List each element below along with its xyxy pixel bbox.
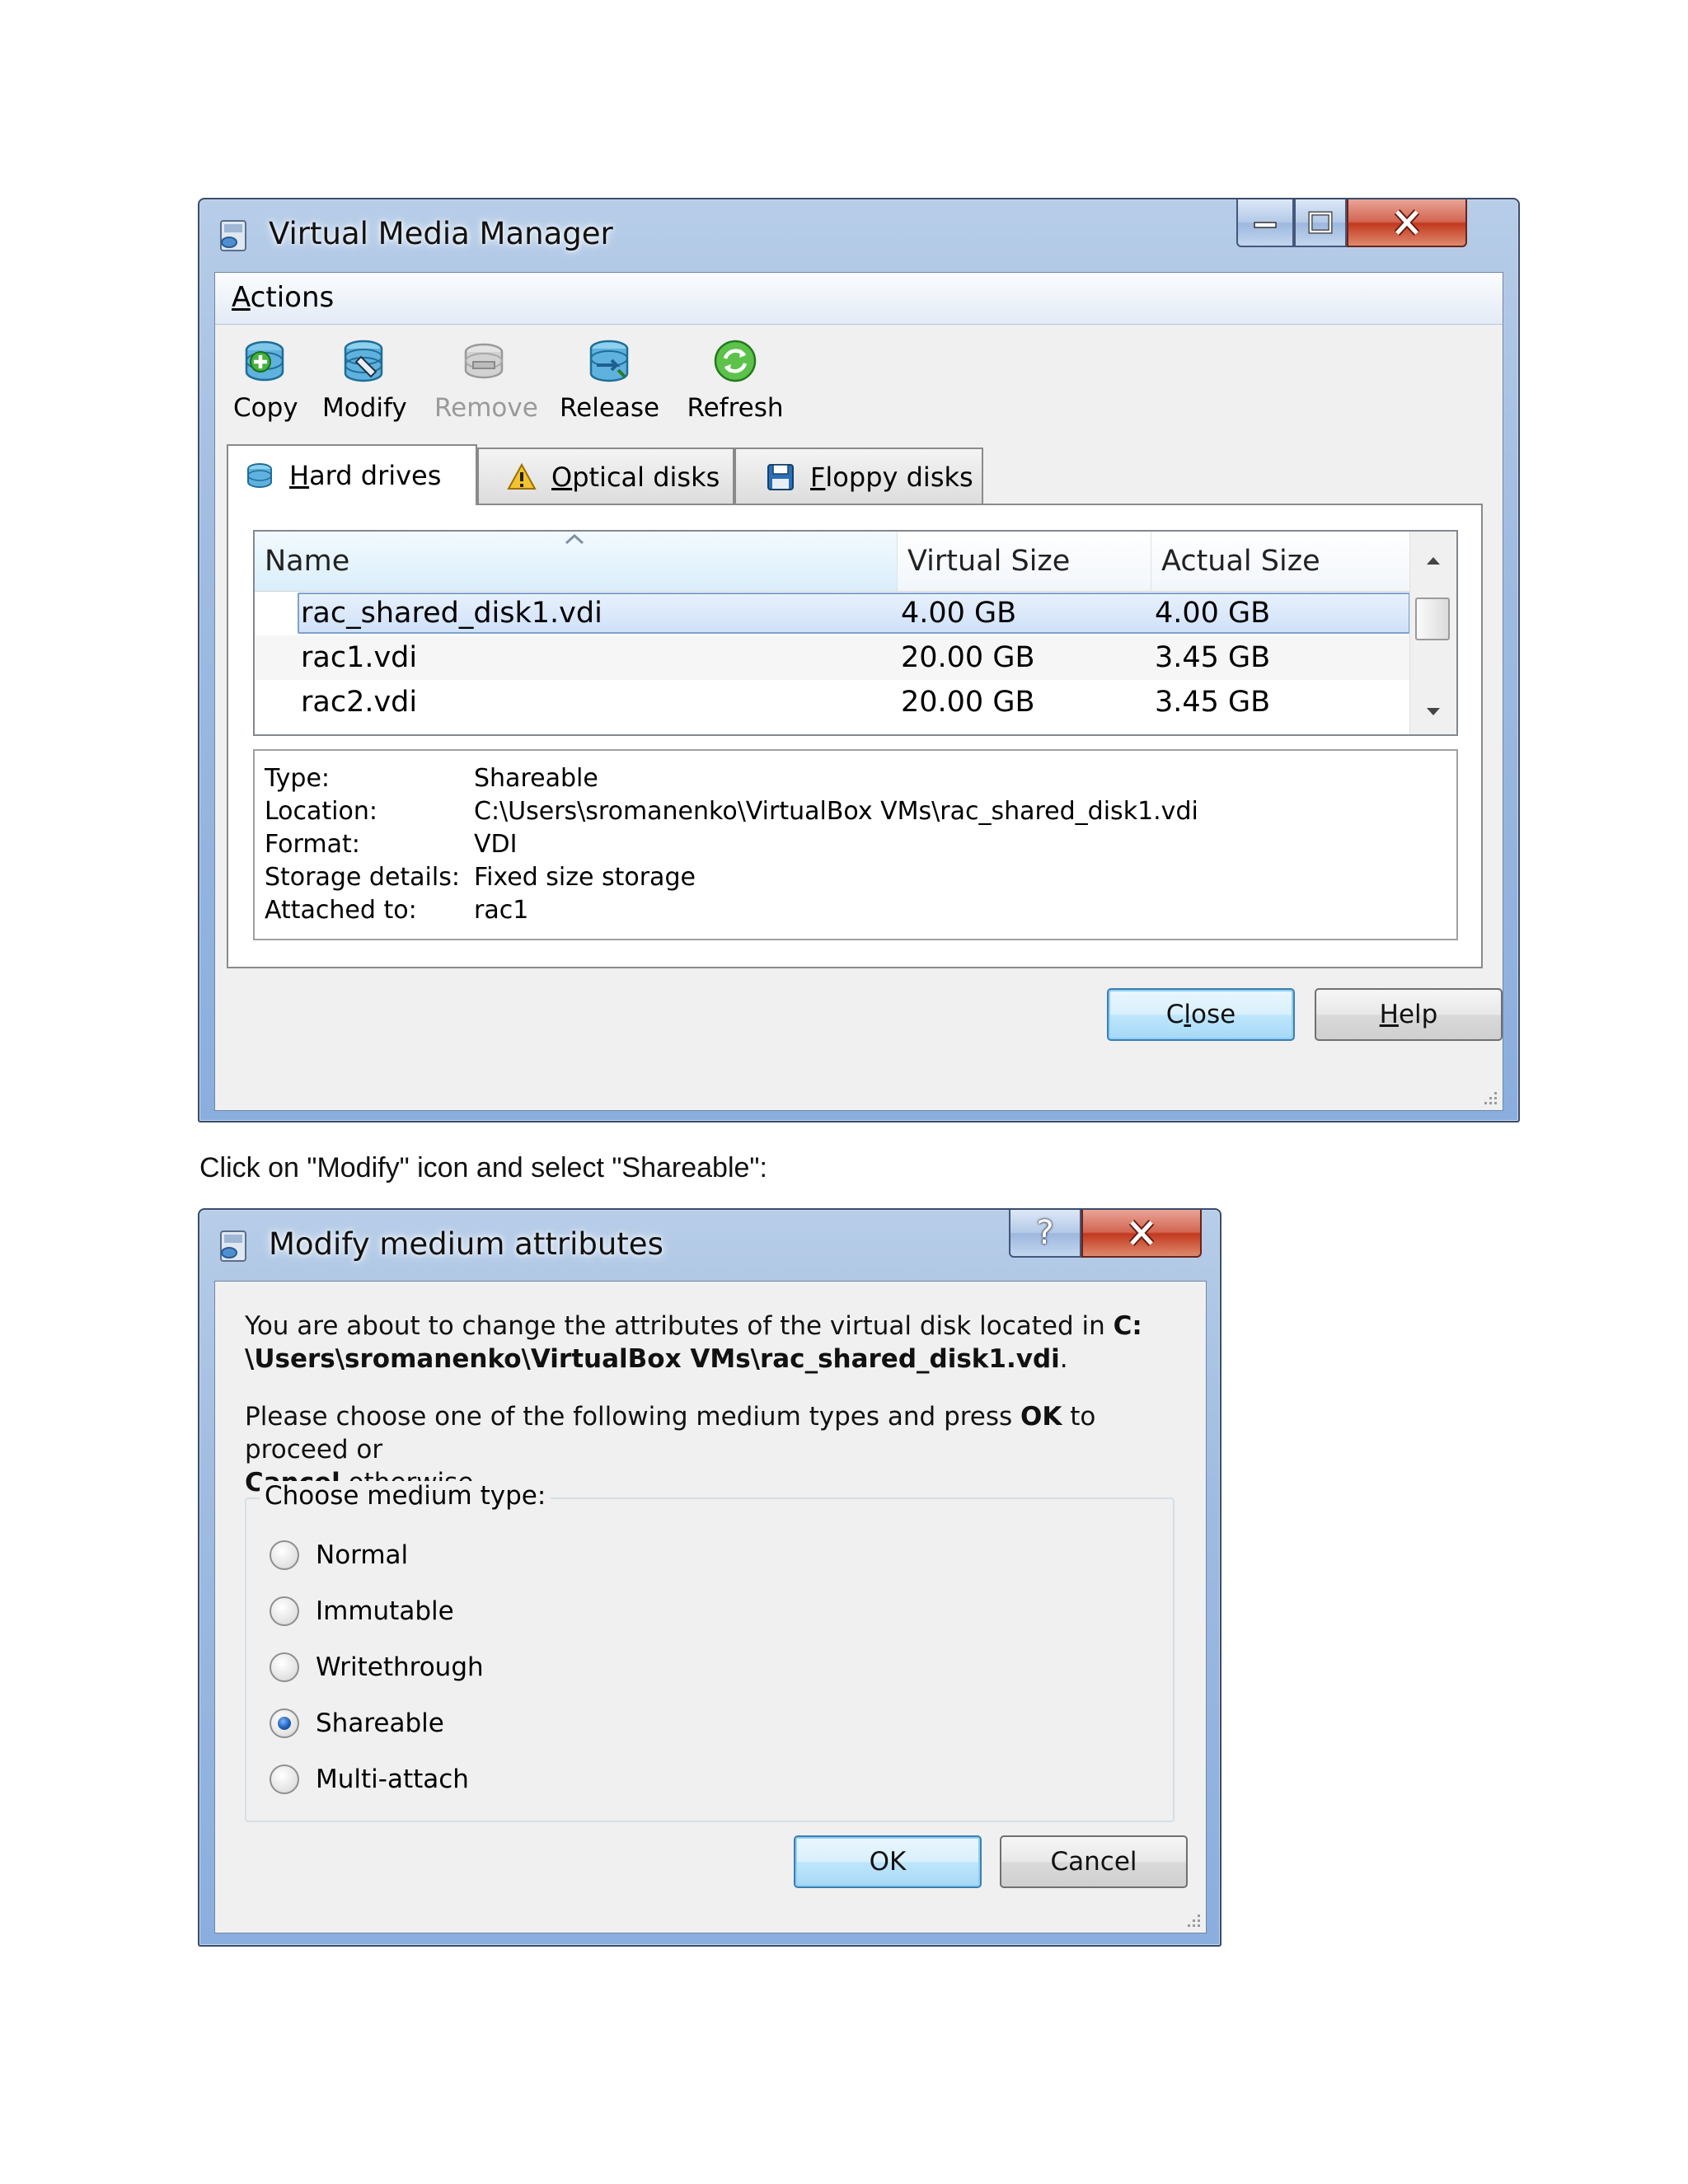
remove-disk-icon bbox=[464, 343, 504, 379]
title-bar[interactable]: Modify medium attributes ? bbox=[199, 1210, 1220, 1276]
maximize-button[interactable] bbox=[1294, 199, 1347, 247]
close-icon bbox=[1394, 209, 1420, 237]
copy-disk-icon bbox=[245, 340, 284, 382]
row-virtual-size: 4.00 GB bbox=[901, 597, 1017, 630]
radio-shareable[interactable]: Shareable bbox=[270, 1708, 444, 1738]
tab-pane-hard-drives: Name Virtual Size Actual Size rac_shared… bbox=[227, 504, 1483, 968]
cancel-button[interactable]: Cancel bbox=[1000, 1835, 1188, 1888]
scroll-up-icon[interactable] bbox=[1410, 545, 1456, 578]
remove-label: Remove bbox=[434, 393, 538, 423]
refresh-icon bbox=[714, 340, 757, 382]
virtualbox-media-icon bbox=[220, 1230, 246, 1262]
radio-normal[interactable]: Normal bbox=[270, 1540, 408, 1570]
tab-hard-drives[interactable]: Hard drives bbox=[227, 444, 477, 505]
row-actual-size: 4.00 GB bbox=[1155, 597, 1271, 630]
help-caption-button[interactable]: ? bbox=[1009, 1210, 1081, 1258]
resize-grip-icon[interactable] bbox=[1479, 1087, 1499, 1107]
radio-immutable[interactable]: Immutable bbox=[270, 1596, 454, 1626]
hard-drive-icon bbox=[247, 463, 272, 488]
close-window-button[interactable] bbox=[1347, 199, 1467, 247]
radio-writethrough-circle[interactable] bbox=[270, 1652, 299, 1682]
row-actual-size: 3.45 GB bbox=[1155, 686, 1271, 719]
copy-label: Copy bbox=[233, 393, 298, 423]
detail-attached-to: Attached to: rac1 bbox=[265, 896, 529, 925]
row-name: rac1.vdi bbox=[301, 641, 418, 674]
help-button[interactable]: Help bbox=[1315, 988, 1503, 1041]
row-name: rac_shared_disk1.vdi bbox=[301, 597, 603, 630]
tab-floppy-disks[interactable]: Floppy disks bbox=[734, 448, 983, 505]
refresh-label: Refresh bbox=[687, 393, 784, 423]
radio-multi-attach[interactable]: Multi-attach bbox=[270, 1765, 469, 1794]
row-name: rac2.vdi bbox=[301, 686, 418, 719]
table-row[interactable]: rac_shared_disk1.vdi 4.00 GB 4.00 GB bbox=[255, 591, 1410, 635]
tab-hard-drives-label: Hard drives bbox=[289, 460, 442, 491]
client-area: Actions Copy Modify Remove Release Refre… bbox=[214, 272, 1503, 1111]
row-virtual-size: 20.00 GB bbox=[901, 686, 1035, 719]
modify-medium-dialog: Modify medium attributes ? You are about… bbox=[198, 1208, 1221, 1947]
virtualbox-media-icon bbox=[220, 220, 246, 251]
table-row[interactable]: rac2.vdi 20.00 GB 3.45 GB bbox=[255, 680, 1410, 724]
resize-grip-icon[interactable] bbox=[1183, 1910, 1203, 1929]
modify-disk-icon bbox=[344, 340, 383, 382]
release-disk-icon bbox=[589, 340, 629, 382]
release-label: Release bbox=[560, 393, 660, 423]
media-table: Name Virtual Size Actual Size rac_shared… bbox=[253, 530, 1458, 736]
detail-storage: Storage details: Fixed size storage bbox=[265, 863, 696, 892]
sort-ascending-icon bbox=[565, 533, 584, 545]
close-button[interactable]: Close bbox=[1107, 988, 1295, 1041]
dialog-message-location: You are about to change the attributes o… bbox=[245, 1311, 1142, 1374]
detail-type: Type: Shareable bbox=[265, 764, 598, 793]
minimize-icon bbox=[1254, 222, 1277, 228]
detail-format: Format: VDI bbox=[265, 830, 518, 859]
detail-location: Location: C:\Users\sromanenko\VirtualBox … bbox=[265, 797, 1198, 826]
tab-optical-disks[interactable]: Optical disks bbox=[477, 448, 734, 505]
instruction-caption: Click on "Modify" icon and select "Share… bbox=[199, 1152, 767, 1183]
scrollbar-thumb[interactable] bbox=[1415, 598, 1450, 640]
column-header-name[interactable]: Name bbox=[255, 532, 898, 591]
tab-optical-disks-label: Optical disks bbox=[551, 462, 720, 493]
menu-actions[interactable]: Actions bbox=[232, 281, 334, 314]
table-row[interactable]: rac1.vdi 20.00 GB 3.45 GB bbox=[255, 635, 1410, 680]
details-panel: Type: Shareable Location: C:\Users\sromane… bbox=[253, 749, 1458, 940]
question-icon: ? bbox=[1036, 1214, 1054, 1252]
ok-button[interactable]: OK bbox=[794, 1835, 982, 1888]
group-label: Choose medium type: bbox=[260, 1481, 551, 1511]
floppy-disk-icon bbox=[767, 464, 794, 490]
remove-button[interactable]: Remove bbox=[434, 337, 538, 423]
maximize-icon bbox=[1308, 211, 1333, 234]
radio-writethrough[interactable]: Writethrough bbox=[270, 1652, 484, 1682]
table-header: Name Virtual Size Actual Size bbox=[255, 532, 1415, 592]
refresh-button[interactable]: Refresh bbox=[683, 337, 787, 423]
modify-label: Modify bbox=[322, 393, 407, 423]
release-button[interactable]: Release bbox=[560, 337, 659, 423]
dialog-client-area: You are about to change the attributes o… bbox=[214, 1281, 1207, 1933]
radio-normal-circle[interactable] bbox=[270, 1540, 299, 1570]
tab-floppy-disks-label: Floppy disks bbox=[810, 462, 973, 493]
virtual-media-manager-window: Virtual Media Manager Actions Copy Modif… bbox=[198, 198, 1520, 1122]
radio-shareable-circle[interactable] bbox=[270, 1708, 299, 1738]
minimize-button[interactable] bbox=[1236, 199, 1294, 247]
column-header-virtual-size[interactable]: Virtual Size bbox=[898, 532, 1151, 591]
copy-button[interactable]: Copy bbox=[233, 337, 298, 423]
row-virtual-size: 20.00 GB bbox=[901, 641, 1035, 674]
column-header-actual-size[interactable]: Actual Size bbox=[1151, 532, 1415, 591]
row-actual-size: 3.45 GB bbox=[1155, 641, 1271, 674]
window-title: Virtual Media Manager bbox=[269, 216, 613, 251]
close-icon bbox=[1128, 1219, 1155, 1247]
vertical-scrollbar[interactable] bbox=[1409, 532, 1456, 734]
radio-multi-attach-circle[interactable] bbox=[270, 1765, 299, 1794]
modify-button[interactable]: Modify bbox=[322, 337, 407, 423]
dialog-title: Modify medium attributes bbox=[269, 1226, 663, 1262]
menu-bar: Actions bbox=[215, 273, 1503, 325]
scroll-down-icon[interactable] bbox=[1410, 695, 1456, 728]
close-dialog-button[interactable] bbox=[1081, 1210, 1202, 1258]
toolbar: Copy Modify Remove Release Refresh bbox=[215, 337, 1503, 423]
radio-immutable-circle[interactable] bbox=[270, 1596, 299, 1626]
warning-icon bbox=[507, 462, 537, 490]
title-bar[interactable]: Virtual Media Manager bbox=[199, 199, 1518, 265]
